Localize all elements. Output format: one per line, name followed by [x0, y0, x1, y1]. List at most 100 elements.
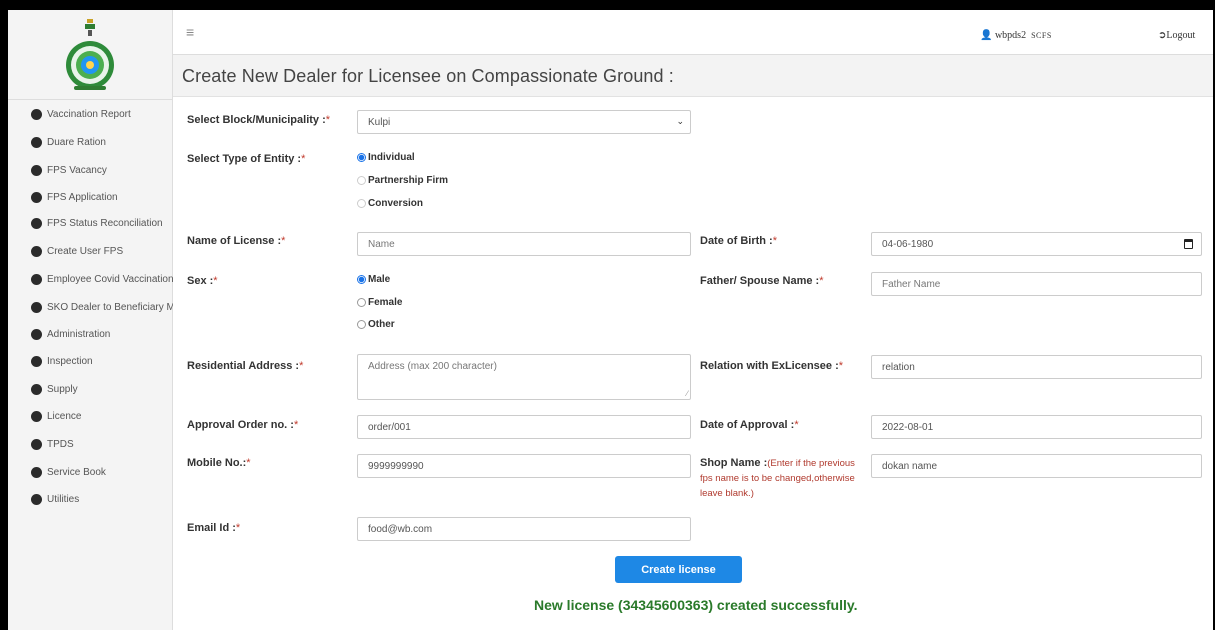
required-mark: *: [235, 522, 241, 534]
sidebar-item-administration[interactable]: Administration: [8, 324, 173, 344]
father-name-placeholder: Father Name: [882, 278, 941, 290]
approval-order-label-text: Approval Order no. :: [187, 419, 294, 431]
sidebar-item-label: Administration: [47, 328, 111, 340]
mobile-input[interactable]: 9999999990: [357, 454, 691, 478]
entity-type-label-text: Select Type of Entity :: [187, 153, 302, 165]
sidebar-item-label: SKO Dealer to Beneficiary Ma: [47, 301, 173, 313]
sidebar-item-vaccination-report[interactable]: Vaccination Report: [8, 104, 173, 124]
sidebar-item-utilities[interactable]: Utilities: [8, 489, 173, 509]
required-mark: *: [819, 275, 824, 287]
sidebar-item-duare-ration[interactable]: Duare Ration: [8, 132, 173, 152]
sidebar-item-licence[interactable]: Licence: [8, 406, 173, 426]
sidebar-item-inspection[interactable]: Inspection: [8, 351, 173, 371]
approval-order-label: Approval Order no. :*: [187, 419, 298, 431]
required-mark: *: [838, 360, 844, 372]
sidebar-item-label: Vaccination Report: [47, 108, 131, 120]
sex-radio-female[interactable]: Female: [357, 297, 402, 308]
shop-name-note-2: fps name is to be changed,otherwise: [700, 473, 855, 484]
bullet-icon: [31, 493, 42, 505]
resize-handle-icon[interactable]: ∕: [687, 389, 688, 398]
shop-name-value: dokan name: [882, 460, 938, 472]
required-mark: *: [213, 275, 218, 287]
entity-option-conversion: Conversion: [368, 198, 424, 209]
required-mark: *: [772, 235, 778, 247]
required-mark: *: [281, 235, 286, 247]
approval-date-input[interactable]: 2022-08-01: [871, 415, 1202, 439]
shop-name-input[interactable]: dokan name: [871, 454, 1202, 478]
sidebar-item-fps-vacancy[interactable]: FPS Vacancy: [8, 160, 173, 180]
shop-name-label: Shop Name :(Enter if the previous fps na…: [700, 456, 865, 501]
entity-radio-partnership[interactable]: Partnership Firm: [357, 175, 448, 186]
relation-value: relation: [882, 361, 915, 373]
radio-unchecked-icon: [357, 199, 366, 208]
emblem-logo: [66, 18, 114, 90]
user-icon: 👤: [980, 30, 993, 41]
create-license-button[interactable]: Create license: [615, 556, 742, 583]
father-name-label-text: Father/ Spouse Name :: [700, 275, 820, 287]
license-name-label: Name of License :*: [187, 235, 285, 247]
sidebar-item-fps-application[interactable]: FPS Application: [8, 187, 173, 207]
logout-link[interactable]: ➲Logout: [1158, 30, 1195, 41]
calendar-icon[interactable]: [1184, 239, 1193, 249]
address-label: Residential Address :*: [187, 360, 303, 372]
mobile-value: 9999999990: [368, 460, 424, 472]
sidebar-item-employee-covid-vaccination[interactable]: Employee Covid Vaccination: [8, 269, 173, 289]
user-info[interactable]: 👤 wbpds2 SCFS: [980, 30, 1052, 41]
dob-input[interactable]: 04-06-1980: [871, 232, 1202, 256]
dob-value: 04-06-1980: [882, 238, 934, 250]
sidebar-item-label: Employee Covid Vaccination: [47, 273, 173, 285]
bullet-icon: [31, 466, 42, 478]
bullet-icon: [31, 191, 42, 203]
father-name-label: Father/ Spouse Name :*: [700, 275, 823, 287]
sidebar-item-label: FPS Vacancy: [47, 164, 107, 176]
top-navbar: ≡ 👤 wbpds2 SCFS ➲Logout: [173, 10, 1213, 55]
shop-name-note-1: (Enter if the previous: [767, 458, 855, 469]
user-role: SCFS: [1031, 31, 1052, 40]
sidebar-item-label: Create User FPS: [47, 245, 124, 257]
bullet-icon: [31, 273, 42, 285]
relation-input[interactable]: relation: [871, 355, 1202, 379]
sidebar-item-service-book[interactable]: Service Book: [8, 462, 173, 482]
required-mark: *: [246, 457, 251, 469]
license-name-placeholder: Name: [368, 238, 395, 250]
sidebar-item-label: Utilities: [47, 493, 80, 505]
hamburger-menu-icon[interactable]: ≡: [186, 24, 194, 40]
approval-order-value: order/001: [368, 421, 411, 433]
required-mark: *: [325, 114, 331, 126]
block-select[interactable]: Kulpi ⌄: [357, 110, 691, 134]
sex-option-other: Other: [368, 319, 395, 330]
bullet-icon: [31, 328, 42, 340]
success-message: New license (34345600363) created succes…: [534, 597, 858, 613]
email-value: food@wb.com: [368, 523, 433, 535]
dob-label: Date of Birth :*: [700, 235, 777, 247]
sidebar-item-sko-dealer[interactable]: SKO Dealer to Beneficiary Ma: [8, 297, 173, 317]
license-name-input[interactable]: Name: [357, 232, 691, 256]
entity-radio-individual[interactable]: Individual: [357, 152, 415, 163]
address-textarea[interactable]: Address (max 200 character) ∕: [357, 354, 691, 400]
father-name-input[interactable]: Father Name: [871, 272, 1202, 296]
required-mark: *: [301, 153, 306, 165]
sex-label-text: Sex :: [187, 275, 214, 287]
bullet-icon: [31, 245, 42, 257]
sex-option-female: Female: [368, 297, 403, 308]
sidebar-item-label: FPS Application: [47, 191, 118, 203]
relation-label: Relation with ExLicensee :*: [700, 360, 843, 372]
approval-order-input[interactable]: order/001: [357, 415, 691, 439]
required-mark: *: [293, 419, 299, 431]
bullet-icon: [31, 410, 42, 422]
entity-radio-conversion[interactable]: Conversion: [357, 198, 423, 209]
bullet-icon: [31, 301, 42, 313]
sex-radio-other[interactable]: Other: [357, 319, 395, 330]
required-mark: *: [794, 419, 799, 431]
sidebar-item-fps-status-reconciliation[interactable]: FPS Status Reconciliation: [8, 213, 173, 233]
sidebar-item-label: Duare Ration: [47, 136, 106, 148]
sex-radio-male[interactable]: Male: [357, 274, 390, 285]
logout-label: Logout: [1166, 30, 1196, 41]
email-input[interactable]: food@wb.com: [357, 517, 691, 541]
sidebar-item-tpds[interactable]: TPDS: [8, 434, 173, 454]
relation-label-text: Relation with ExLicensee :: [700, 360, 839, 372]
bullet-icon: [31, 108, 42, 120]
sidebar-item-create-user-fps[interactable]: Create User FPS: [8, 241, 173, 261]
sidebar-item-supply[interactable]: Supply: [8, 379, 173, 399]
sidebar-item-label: FPS Status Reconciliation: [47, 217, 163, 229]
